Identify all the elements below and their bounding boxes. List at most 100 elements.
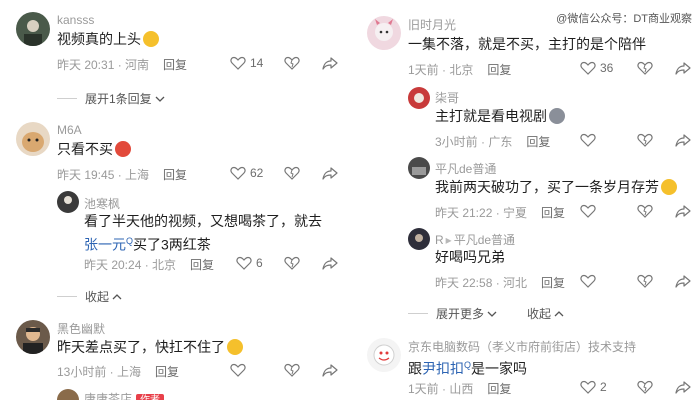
chevron-down-icon — [487, 311, 497, 317]
reply-button[interactable]: 回复 — [526, 135, 550, 149]
dislike-button[interactable] — [637, 274, 653, 288]
chevron-down-icon — [155, 96, 165, 102]
comment-meta: 13小时前 · 上海 回复 — [57, 363, 179, 380]
share-button[interactable] — [675, 61, 691, 75]
broken-heart-icon — [637, 274, 653, 288]
heart-icon — [230, 56, 246, 70]
username[interactable]: R ▸ 平凡de普通 — [435, 231, 515, 248]
share-button[interactable] — [322, 56, 338, 70]
reply-button[interactable]: 回复 — [155, 365, 179, 379]
avatar[interactable] — [408, 87, 430, 109]
cat-emoji-icon — [549, 108, 565, 124]
laughing-emoji-icon — [661, 179, 677, 195]
avatar[interactable] — [16, 12, 50, 46]
broken-heart-icon — [637, 133, 653, 147]
dislike-button[interactable] — [637, 380, 653, 394]
like-button[interactable]: 62 — [230, 166, 263, 180]
share-arrow-icon — [322, 364, 338, 377]
share-arrow-icon — [675, 62, 691, 75]
heart-icon — [230, 166, 246, 180]
like-button[interactable]: 36 — [580, 61, 613, 75]
heart-icon — [580, 274, 596, 288]
reply-button[interactable]: 回复 — [163, 58, 187, 72]
dislike-button[interactable] — [284, 363, 300, 377]
username[interactable]: 池寒枫 — [84, 195, 120, 212]
chevron-up-icon — [112, 293, 122, 299]
laughing-emoji-icon — [143, 31, 159, 47]
avatar[interactable] — [57, 389, 79, 400]
like-button[interactable] — [230, 363, 246, 377]
like-button[interactable] — [580, 133, 596, 147]
avatar[interactable] — [408, 157, 430, 179]
heart-icon — [580, 380, 596, 394]
comment-meta: 昨天 21:22 · 宁夏 回复 — [435, 204, 565, 221]
like-button[interactable]: 14 — [230, 56, 263, 70]
username[interactable]: 唐唐茶店作者 — [84, 390, 165, 400]
comment-meta: 昨天 20:31 · 河南 回复 — [57, 56, 187, 73]
comment-text: 视频真的上头 — [57, 29, 159, 50]
username[interactable]: 黑色幽默 — [57, 320, 105, 337]
dislike-button[interactable] — [284, 56, 300, 70]
like-count: 36 — [600, 61, 614, 75]
broken-heart-icon — [637, 61, 653, 75]
share-button[interactable] — [675, 133, 691, 147]
expand-more-button[interactable]: 展开更多 — [408, 305, 498, 322]
reply-button[interactable]: 回复 — [487, 63, 511, 77]
share-button[interactable] — [675, 380, 691, 394]
divider — [57, 296, 77, 297]
avatar[interactable] — [367, 338, 401, 372]
dislike-button[interactable] — [637, 133, 653, 147]
dislike-button[interactable] — [637, 61, 653, 75]
collapse-replies-button[interactable]: 收起 — [527, 305, 565, 322]
username[interactable]: 京东电脑数码（孝义市府前街店）技术支持 — [408, 338, 636, 355]
timestamp: 昨天 20:31 · 河南 — [57, 58, 150, 72]
timestamp: 1天前 · 山西 — [408, 382, 474, 396]
sweating-emoji-icon — [227, 339, 243, 355]
divider — [57, 98, 77, 99]
reply-button[interactable]: 回复 — [541, 206, 565, 220]
share-button[interactable] — [322, 166, 338, 180]
comment-meta: 1天前 · 北京 回复 — [408, 61, 511, 78]
avatar[interactable] — [16, 122, 50, 156]
reply-button[interactable]: 回复 — [163, 168, 187, 182]
avatar[interactable] — [57, 191, 79, 213]
share-button[interactable] — [675, 204, 691, 218]
reply-to-arrow-icon: ▸ — [445, 233, 452, 247]
avatar[interactable] — [367, 16, 401, 50]
reply-button[interactable]: 回复 — [190, 258, 214, 272]
search-icon: Q — [126, 236, 134, 246]
share-button[interactable] — [675, 274, 691, 288]
dislike-button[interactable] — [284, 166, 300, 180]
like-button[interactable] — [580, 204, 596, 218]
avatar[interactable] — [408, 228, 430, 250]
dislike-button[interactable] — [637, 204, 653, 218]
like-button[interactable] — [580, 274, 596, 288]
like-button[interactable]: 2 — [580, 380, 607, 394]
timestamp: 13小时前 · 上海 — [57, 365, 142, 379]
comment-meta: 昨天 20:24 · 北京 回复 — [84, 256, 214, 273]
expand-replies-button[interactable]: 展开1条回复 — [57, 90, 166, 107]
mention-link[interactable]: 张一元 — [84, 237, 126, 253]
share-button[interactable] — [322, 256, 338, 270]
heart-icon — [236, 256, 252, 270]
comment-text: 主打就是看电视剧 — [435, 106, 565, 127]
username[interactable]: kansss — [57, 13, 94, 27]
like-button[interactable]: 6 — [236, 256, 263, 270]
reply-button[interactable]: 回复 — [541, 276, 565, 290]
share-arrow-icon — [675, 381, 691, 394]
share-arrow-icon — [322, 257, 338, 270]
comment-meta: 昨天 22:58 · 河北 回复 — [435, 274, 565, 291]
comment-meta: 昨天 19:45 · 上海 回复 — [57, 166, 187, 183]
username[interactable]: 旧时月光 — [408, 16, 456, 33]
username[interactable]: 平凡de普通 — [435, 160, 496, 177]
dislike-button[interactable] — [284, 256, 300, 270]
avatar[interactable] — [16, 320, 50, 354]
share-button[interactable] — [322, 363, 338, 377]
username[interactable]: 柒哥 — [435, 89, 459, 106]
collapse-replies-button[interactable]: 收起 — [57, 288, 123, 305]
reply-button[interactable]: 回复 — [487, 382, 511, 396]
comment-meta: 3小时前 · 广东 回复 — [435, 133, 550, 150]
search-icon: Q — [464, 360, 472, 370]
mention-link[interactable]: 尹扣扣 — [422, 361, 464, 377]
username[interactable]: M6A — [57, 123, 82, 137]
